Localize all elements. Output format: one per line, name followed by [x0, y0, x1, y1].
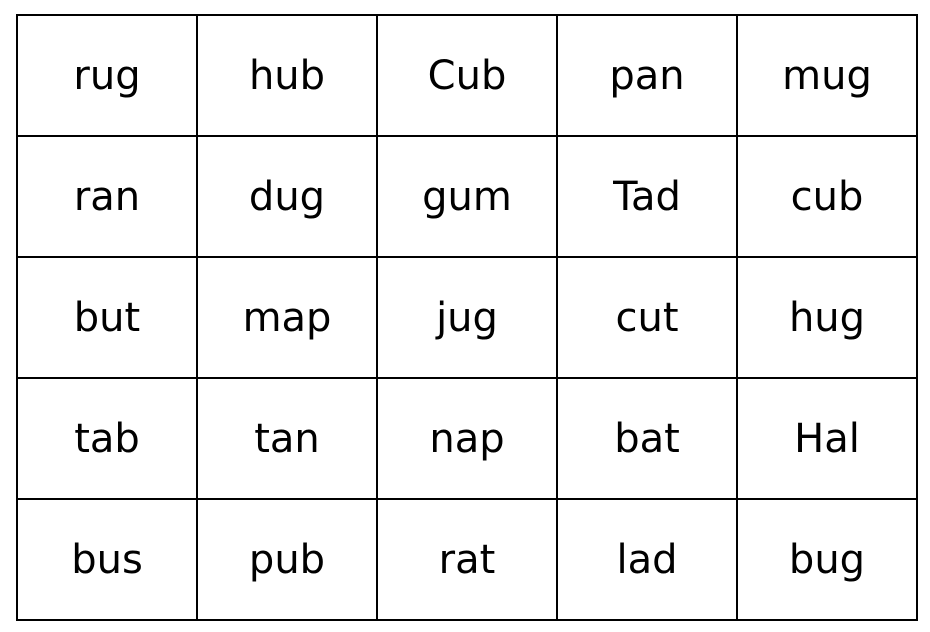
word-cell: pub [196, 498, 378, 621]
word-cell: rat [376, 498, 558, 621]
word-cell: rug [16, 14, 198, 137]
grid-row: bus pub rat lad bug [16, 498, 918, 621]
grid-row: rug hub Cub pan mug [16, 14, 918, 137]
word-cell: hug [736, 256, 918, 379]
word-cell: cub [736, 135, 918, 258]
word-cell: bug [736, 498, 918, 621]
grid-row: but map jug cut hug [16, 256, 918, 379]
word-cell: map [196, 256, 378, 379]
word-cell: Hal [736, 377, 918, 500]
word-cell: nap [376, 377, 558, 500]
word-cell: pan [556, 14, 738, 137]
word-cell: bus [16, 498, 198, 621]
word-grid: rug hub Cub pan mug ran dug gum Tad cub … [16, 14, 918, 621]
word-cell: cut [556, 256, 738, 379]
word-cell: Cub [376, 14, 558, 137]
grid-row: tab tan nap bat Hal [16, 377, 918, 500]
word-cell: bat [556, 377, 738, 500]
word-cell: jug [376, 256, 558, 379]
word-cell: but [16, 256, 198, 379]
word-cell: gum [376, 135, 558, 258]
word-cell: ran [16, 135, 198, 258]
word-cell: mug [736, 14, 918, 137]
word-cell: lad [556, 498, 738, 621]
word-cell: hub [196, 14, 378, 137]
word-cell: Tad [556, 135, 738, 258]
word-cell: tan [196, 377, 378, 500]
grid-row: ran dug gum Tad cub [16, 135, 918, 258]
word-cell: dug [196, 135, 378, 258]
word-cell: tab [16, 377, 198, 500]
